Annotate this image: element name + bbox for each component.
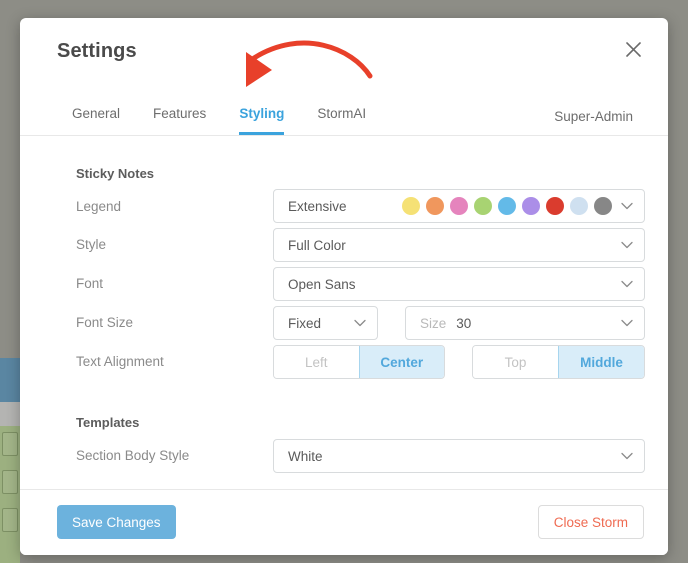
legend-swatch <box>546 197 564 215</box>
legend-swatch <box>498 197 516 215</box>
legend-swatches <box>402 197 612 215</box>
tab-general[interactable]: General <box>72 106 120 135</box>
tab-bar: General Features Styling StormAI Super-A… <box>20 100 668 136</box>
font-select[interactable]: Open Sans <box>273 267 645 301</box>
tab-styling[interactable]: Styling <box>239 106 285 135</box>
legend-swatch <box>450 197 468 215</box>
text-align-horizontal-group: Left Center <box>273 345 445 379</box>
legend-swatch <box>522 197 540 215</box>
chevron-down-icon <box>621 319 633 327</box>
legend-swatch <box>402 197 420 215</box>
legend-swatch <box>426 197 444 215</box>
legend-value: Extensive <box>288 198 347 214</box>
label-font-size: Font Size <box>76 315 134 330</box>
modal-header: Settings <box>20 18 668 100</box>
section-body-style-select[interactable]: White <box>273 439 645 473</box>
legend-select[interactable]: Extensive <box>273 189 645 223</box>
legend-swatch <box>570 197 588 215</box>
label-font: Font <box>76 276 104 291</box>
legend-swatch <box>594 197 612 215</box>
close-icon[interactable] <box>618 34 648 64</box>
page-title: Settings <box>57 40 137 62</box>
background-blue-panel <box>0 358 20 402</box>
section-title-templates: Templates <box>76 415 140 430</box>
modal-footer: Save Changes Close Storm <box>20 489 668 555</box>
tab-stormai[interactable]: StormAI <box>317 106 366 135</box>
chevron-down-icon <box>354 319 366 327</box>
label-legend: Legend <box>76 199 122 214</box>
chevron-down-icon <box>621 202 633 210</box>
save-changes-button[interactable]: Save Changes <box>57 505 176 539</box>
close-storm-button[interactable]: Close Storm <box>537 505 644 539</box>
font-value: Open Sans <box>288 276 356 292</box>
chevron-down-icon <box>621 280 633 288</box>
settings-body: Sticky Notes Legend Extensive Style Full… <box>20 136 668 489</box>
font-size-value-select[interactable]: Size 30 <box>405 306 645 340</box>
background-card <box>2 432 18 456</box>
align-top-button[interactable]: Top <box>473 346 558 378</box>
style-value: Full Color <box>288 237 346 253</box>
label-section-body-style: Section Body Style <box>76 448 190 463</box>
font-size-mode-select[interactable]: Fixed <box>273 306 378 340</box>
background-card <box>2 470 18 494</box>
label-text-alignment: Text Alignment <box>76 354 164 369</box>
tab-features[interactable]: Features <box>153 106 206 135</box>
tab-super-admin[interactable]: Super-Admin <box>554 109 633 124</box>
font-size-mode-value: Fixed <box>288 315 322 331</box>
settings-modal: Settings General Features Styling StormA… <box>20 18 668 555</box>
background-card <box>2 508 18 532</box>
align-center-button[interactable]: Center <box>358 346 444 378</box>
background-gray-panel <box>0 402 20 426</box>
section-body-style-value: White <box>288 448 323 464</box>
chevron-down-icon <box>621 241 633 249</box>
legend-swatch <box>474 197 492 215</box>
style-select[interactable]: Full Color <box>273 228 645 262</box>
align-middle-button[interactable]: Middle <box>558 346 644 378</box>
font-size-prefix-label: Size <box>420 315 447 331</box>
label-style: Style <box>76 237 107 252</box>
font-size-value: 30 <box>456 315 472 331</box>
section-title-sticky-notes: Sticky Notes <box>76 166 155 181</box>
align-left-button[interactable]: Left <box>274 346 359 378</box>
tab-list: General Features Styling StormAI <box>72 106 399 135</box>
text-align-vertical-group: Top Middle <box>472 345 645 379</box>
chevron-down-icon <box>621 452 633 460</box>
